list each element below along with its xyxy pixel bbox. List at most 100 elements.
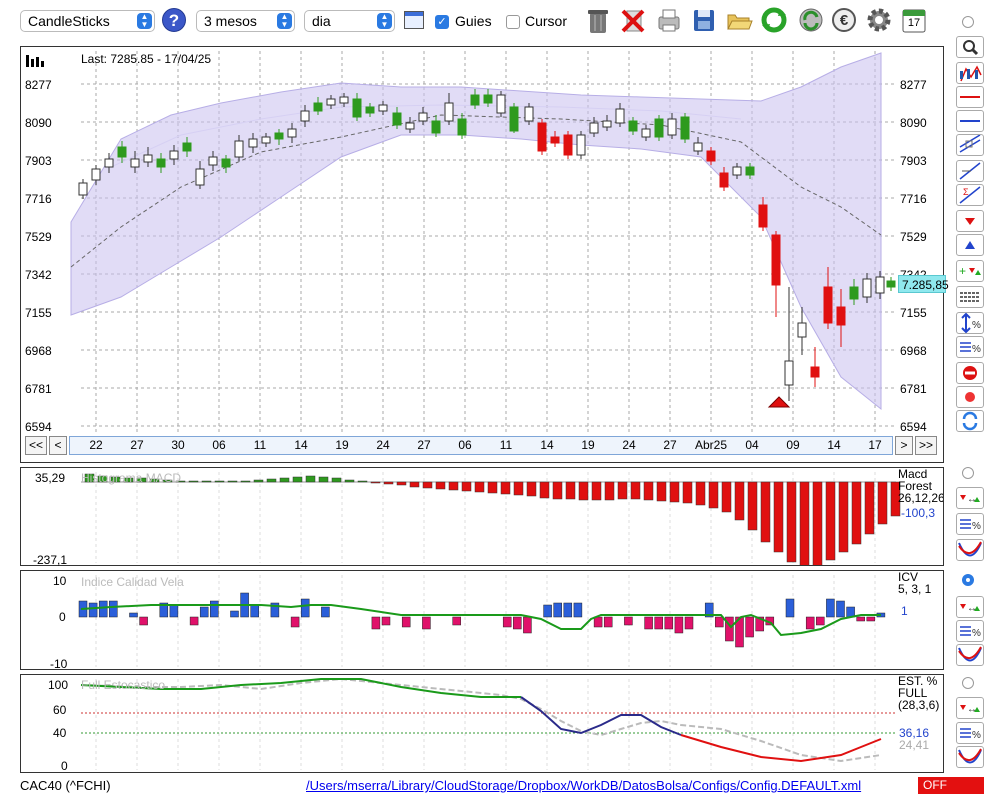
stochastic-panel[interactable]: Full Estocastico 100 60 40 0 EST. % FULL… bbox=[20, 674, 944, 773]
save-icon[interactable] bbox=[690, 5, 718, 35]
icv-bar bbox=[644, 616, 653, 630]
scale-percent-icon[interactable]: % bbox=[956, 312, 984, 334]
stoch-panel-radio[interactable] bbox=[962, 677, 974, 689]
price-tick-left: 7529 bbox=[25, 230, 52, 244]
icv-bar bbox=[422, 616, 431, 630]
config-path-link[interactable]: /Users/mserra/Library/CloudStorage/Dropb… bbox=[306, 778, 861, 793]
lines-percent-icon[interactable]: % bbox=[956, 722, 984, 744]
zoom-icon[interactable] bbox=[956, 36, 984, 58]
crossover-icon[interactable] bbox=[956, 746, 984, 768]
candle-body bbox=[524, 106, 534, 122]
price-tick-left: 7342 bbox=[25, 268, 52, 282]
candle bbox=[886, 277, 896, 291]
icv-panel-radio[interactable] bbox=[962, 574, 974, 586]
date-tick: 14 bbox=[294, 438, 308, 452]
icv-bar bbox=[593, 616, 603, 628]
candle-body bbox=[221, 158, 231, 168]
lines-percent-icon[interactable]: % bbox=[956, 513, 984, 535]
sync-icon[interactable] bbox=[797, 5, 825, 35]
candle-body bbox=[589, 122, 599, 134]
cursor-checkbox[interactable] bbox=[506, 15, 520, 29]
macd-bar bbox=[682, 481, 693, 504]
candle bbox=[563, 131, 573, 159]
bollinger-band bbox=[70, 52, 882, 411]
fibonacci-icon[interactable]: Σ bbox=[956, 184, 984, 206]
delete-icon[interactable] bbox=[619, 5, 647, 35]
candle-body bbox=[143, 154, 153, 163]
forbidden-icon[interactable] bbox=[956, 362, 984, 384]
candle-body bbox=[234, 140, 244, 158]
date-tick: 17 bbox=[868, 438, 882, 452]
euro-icon[interactable]: € bbox=[830, 5, 858, 35]
candle-body bbox=[550, 136, 560, 144]
candle-body bbox=[602, 120, 612, 128]
candle-body bbox=[392, 112, 402, 126]
open-folder-icon[interactable] bbox=[725, 5, 753, 35]
candle-body bbox=[628, 120, 638, 132]
signals-icon[interactable]: ↔ bbox=[956, 487, 984, 509]
candle-body bbox=[418, 112, 428, 122]
blue-line-icon[interactable] bbox=[956, 110, 984, 132]
icv-bar bbox=[199, 606, 209, 618]
stoch-tick-0: 0 bbox=[61, 759, 68, 773]
macd-panel-radio[interactable] bbox=[962, 467, 974, 479]
refresh-icon[interactable] bbox=[760, 5, 788, 35]
date-tick: Abr25 bbox=[694, 438, 728, 452]
candle-body bbox=[680, 116, 690, 140]
icv-bar bbox=[401, 616, 411, 628]
trendline-icon[interactable] bbox=[956, 160, 984, 182]
print-icon[interactable] bbox=[655, 5, 683, 35]
macd-bar bbox=[747, 481, 758, 531]
trash-icon[interactable] bbox=[584, 5, 612, 35]
channel-icon[interactable] bbox=[956, 134, 984, 156]
signals-icon[interactable]: ↔ bbox=[956, 596, 984, 618]
crossover-icon[interactable] bbox=[956, 539, 984, 561]
interval-select[interactable]: dia ▲ ▼ bbox=[304, 10, 395, 32]
swap-icon[interactable] bbox=[956, 410, 984, 432]
guides-checkbox[interactable]: ✓ bbox=[435, 15, 449, 29]
crossover-icon[interactable] bbox=[956, 644, 984, 666]
calendar-icon[interactable]: 17 bbox=[900, 5, 928, 35]
price-chart-canvas[interactable]: 8277 8277 8090 8090 7903 7903 7716 7716 7529 7529… bbox=[21, 47, 943, 462]
candle-body bbox=[169, 150, 179, 160]
candle-body bbox=[104, 158, 114, 168]
macd-panel[interactable]: Histograma MACD 35,29 -237,1 Macd Forest… bbox=[20, 467, 944, 567]
lines-percent-icon[interactable]: % bbox=[956, 336, 984, 358]
macd-bar bbox=[344, 479, 355, 483]
red-line-icon[interactable] bbox=[956, 86, 984, 108]
icv-panel[interactable]: Indice Calidad Vela 10 0 -10 ICV 5, 3, 1… bbox=[20, 570, 944, 671]
macd-bar bbox=[448, 481, 459, 491]
icv-tick-bottom: -10 bbox=[50, 657, 68, 671]
icv-bar bbox=[745, 616, 754, 638]
macd-bar bbox=[877, 481, 888, 525]
gear-icon[interactable] bbox=[865, 5, 893, 35]
price-tick-right: 7716 bbox=[900, 192, 927, 206]
candles-icon[interactable] bbox=[956, 62, 984, 84]
record-icon[interactable] bbox=[956, 386, 984, 408]
add-signals-icon[interactable]: + bbox=[956, 260, 984, 282]
candle-body bbox=[431, 120, 441, 134]
stoch-tick-40: 40 bbox=[53, 726, 67, 740]
grid-lines-icon[interactable] bbox=[956, 286, 984, 308]
macd-bar bbox=[422, 481, 433, 489]
macd-bar bbox=[201, 480, 212, 483]
candle-body bbox=[261, 136, 271, 144]
price-tick-left: 8277 bbox=[25, 78, 52, 92]
icv-bar bbox=[684, 616, 694, 630]
svg-text:€: € bbox=[840, 12, 849, 29]
macd-bar bbox=[838, 481, 849, 553]
chart-type-select[interactable]: CandleSticks ▲ ▼ bbox=[20, 10, 155, 32]
arrow-down-red-icon[interactable] bbox=[956, 210, 984, 232]
main-chart-radio[interactable] bbox=[962, 16, 974, 28]
period-select[interactable]: 3 mesos ▲ ▼ bbox=[196, 10, 295, 32]
icv-bar bbox=[189, 616, 199, 626]
candle bbox=[576, 131, 586, 159]
signals-icon[interactable]: ↔ bbox=[956, 697, 984, 719]
lines-percent-icon[interactable]: % bbox=[956, 620, 984, 642]
price-chart-panel[interactable]: 8277 8277 8090 8090 7903 7903 7716 7716 7529 7529… bbox=[20, 46, 949, 463]
off-indicator[interactable]: OFF bbox=[918, 777, 984, 794]
help-icon[interactable]: ? bbox=[162, 8, 186, 32]
candle-body bbox=[563, 134, 573, 156]
window-icon[interactable] bbox=[404, 11, 424, 29]
arrow-up-blue-icon[interactable] bbox=[956, 234, 984, 256]
